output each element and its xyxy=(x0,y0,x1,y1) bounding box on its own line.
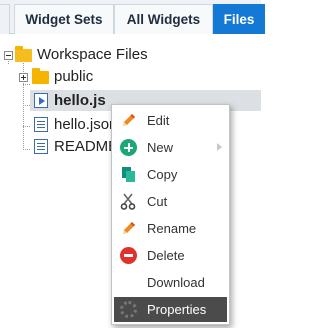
tree-item-root[interactable]: Workspace Files xyxy=(12,44,261,65)
tab-overflow[interactable] xyxy=(0,4,10,34)
menu-item-rename[interactable]: Rename xyxy=(114,216,227,241)
tree-item-label: Workspace Files xyxy=(37,46,148,63)
js-file-icon xyxy=(34,93,48,108)
menu-item-label: Edit xyxy=(147,113,170,128)
tree-guide-line xyxy=(23,126,30,127)
download-icon xyxy=(120,274,137,291)
tab-all-widgets[interactable]: All Widgets xyxy=(114,4,213,34)
tree-item-label: README xyxy=(54,138,119,155)
tree-item-label: hello.js xyxy=(54,92,106,109)
menu-item-new[interactable]: New xyxy=(114,135,227,160)
tab-bar: Widget Sets All Widgets Files xyxy=(0,0,265,34)
pencil-icon xyxy=(123,222,135,234)
tree-guide-line xyxy=(23,149,30,150)
expand-toggle[interactable] xyxy=(19,73,28,82)
menu-item-label: Delete xyxy=(147,248,185,263)
menu-item-properties[interactable]: Properties xyxy=(114,297,227,322)
menu-item-label: Download xyxy=(147,275,205,290)
menu-item-copy[interactable]: Copy xyxy=(114,162,227,187)
menu-item-label: Copy xyxy=(147,167,178,182)
tree-guide-line xyxy=(23,105,30,106)
menu-item-label: New xyxy=(147,140,174,155)
menu-item-download[interactable]: Download xyxy=(114,270,227,295)
scissors-icon xyxy=(120,193,136,210)
tree-item-public[interactable]: public xyxy=(30,66,230,87)
folder-open-icon xyxy=(15,46,32,62)
pencil-icon xyxy=(123,114,135,126)
context-menu: Edit New Copy Cut Rename Delete Download… xyxy=(111,104,230,325)
menu-item-cut[interactable]: Cut xyxy=(114,189,227,214)
tab-widget-sets[interactable]: Widget Sets xyxy=(14,4,114,34)
minus-circle-icon xyxy=(120,247,137,264)
folder-icon xyxy=(32,68,49,84)
menu-item-edit[interactable]: Edit xyxy=(114,108,227,133)
menu-item-label: Rename xyxy=(147,221,197,236)
tree-item-label: hello.json xyxy=(54,116,118,133)
gear-icon xyxy=(120,301,137,318)
tree-item-label: public xyxy=(54,68,94,85)
copy-icon xyxy=(122,167,135,182)
menu-item-delete[interactable]: Delete xyxy=(114,243,227,268)
tree-guide-line xyxy=(23,84,30,85)
chevron-right-icon xyxy=(217,143,222,151)
menu-item-label: Properties xyxy=(147,302,207,317)
plus-circle-icon xyxy=(120,139,137,156)
menu-item-label: Cut xyxy=(147,194,168,209)
document-file-icon xyxy=(34,139,48,154)
document-file-icon xyxy=(34,117,48,132)
tab-files[interactable]: Files xyxy=(213,4,265,34)
